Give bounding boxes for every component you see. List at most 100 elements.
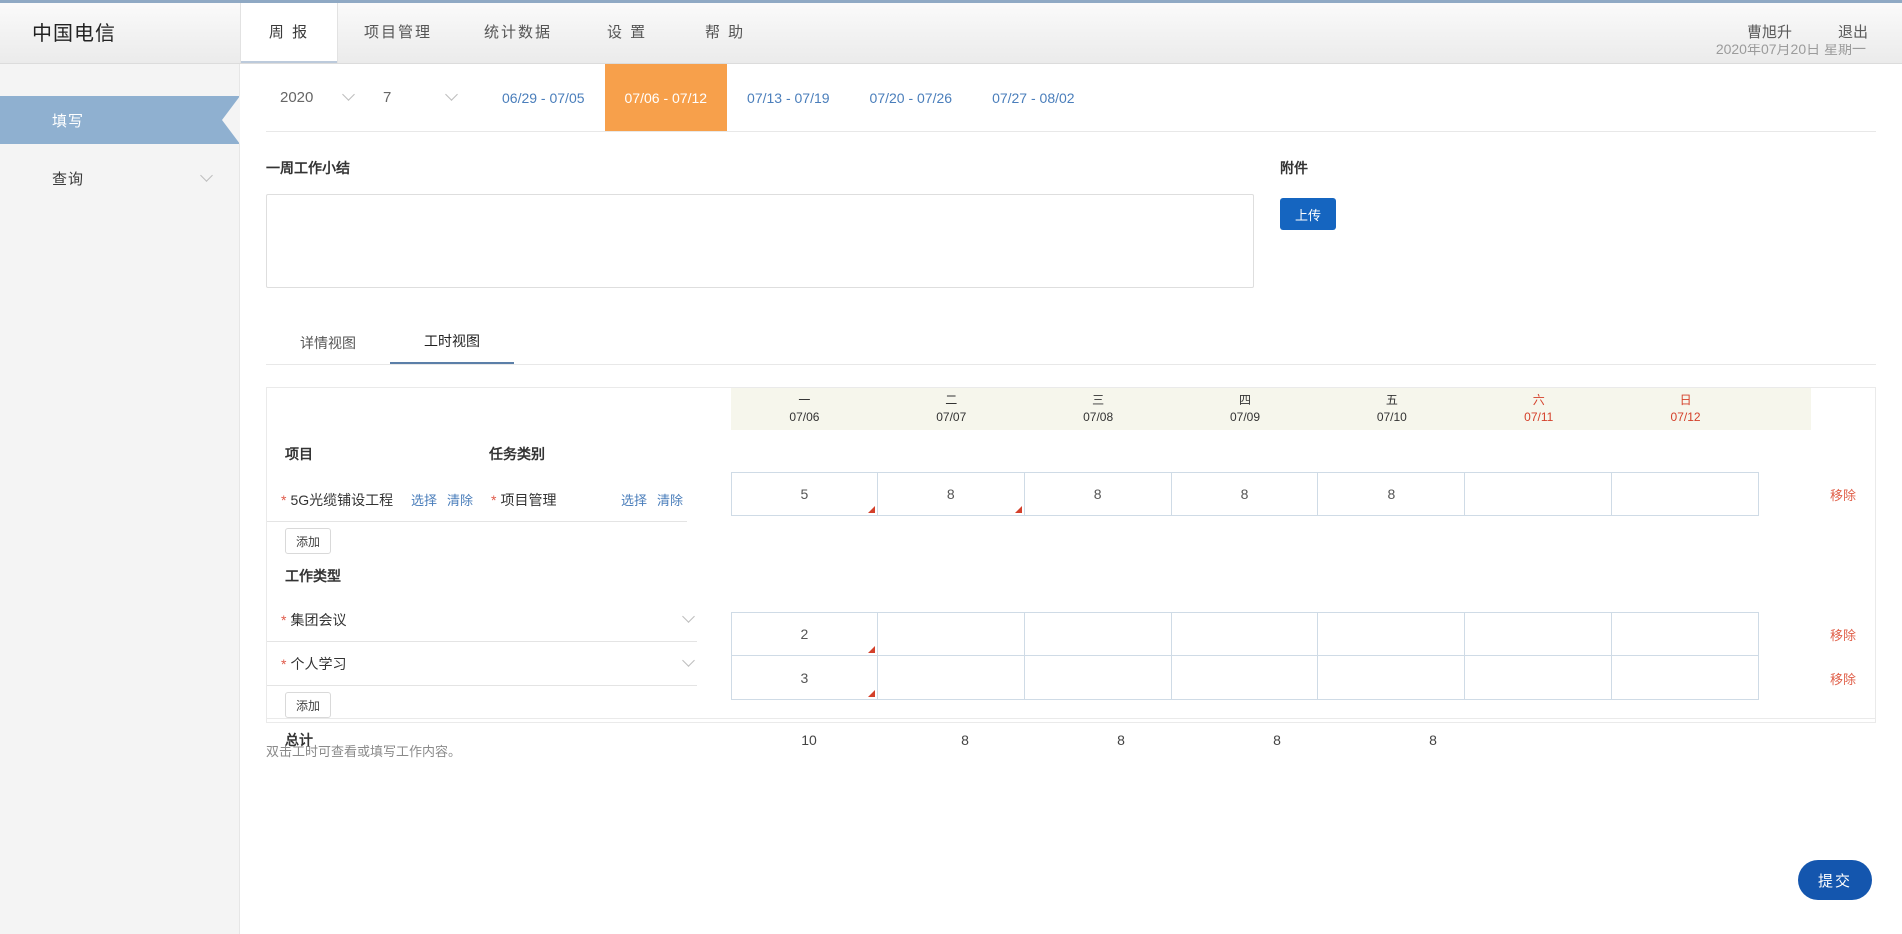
hour-cell[interactable] bbox=[1171, 656, 1319, 700]
total-pad bbox=[1823, 732, 1875, 748]
required-asterisk: * bbox=[281, 611, 287, 628]
main-nav: 周 报 项目管理 统计数据 设 置 帮 助 bbox=[240, 0, 774, 63]
column-header-task: 任务类别 bbox=[489, 446, 545, 462]
add-project-row-button[interactable]: 添加 bbox=[285, 528, 331, 554]
nav-tab-project-management[interactable]: 项目管理 bbox=[338, 0, 458, 63]
total-value: 8 bbox=[1273, 731, 1281, 748]
project-clear-link[interactable]: 清除 bbox=[447, 490, 473, 509]
hour-value: 5 bbox=[800, 486, 809, 502]
week-tab-4[interactable]: 07/20 - 07/26 bbox=[850, 64, 973, 131]
hour-value: 8 bbox=[946, 486, 955, 502]
hour-cell[interactable] bbox=[1318, 656, 1466, 700]
timesheet-remove-column: 移除 移除 移除 bbox=[1811, 388, 1875, 718]
sidebar-item-query[interactable]: 查询 bbox=[0, 154, 239, 202]
day-header-tue-weekday: 二 bbox=[945, 392, 958, 407]
hour-cell[interactable] bbox=[877, 612, 1025, 656]
logout-link[interactable]: 退出 bbox=[1838, 21, 1868, 42]
total-value: 10 bbox=[801, 731, 817, 748]
cell-pad bbox=[1759, 656, 1811, 700]
day-header-mon-date: 07/06 bbox=[789, 410, 820, 424]
remove-link-label: 移除 bbox=[1829, 627, 1856, 643]
hour-cell[interactable]: 8 bbox=[1024, 472, 1172, 516]
project-row-fields: * 5G光缆铺设工程 选择 清除 * 项目管理 选择 清除 bbox=[267, 478, 731, 522]
day-header-mon: 一 07/06 bbox=[731, 388, 878, 430]
nav-tab-settings[interactable]: 设 置 bbox=[578, 0, 676, 63]
timesheet-day-columns: 一 07/06 二 07/07 三 07/08 四 07/09 五 07/10 … bbox=[731, 388, 1811, 718]
hour-cell[interactable]: 8 bbox=[1318, 472, 1466, 516]
hour-cell[interactable] bbox=[1465, 472, 1613, 516]
remove-worktype-row-1[interactable]: 移除 bbox=[1811, 612, 1875, 656]
week-tab-3[interactable]: 07/13 - 07/19 bbox=[727, 64, 850, 131]
worktype-select-1[interactable]: * 集团会议 bbox=[267, 598, 697, 642]
column-header-project: 项目 bbox=[285, 446, 313, 462]
hour-cell[interactable] bbox=[1465, 612, 1613, 656]
worktype-select-2[interactable]: * 个人学习 bbox=[267, 642, 697, 686]
task-clear-link[interactable]: 清除 bbox=[657, 490, 683, 509]
worktype-section-label-row: 工作类型 bbox=[267, 554, 731, 598]
hour-cell[interactable] bbox=[1171, 612, 1319, 656]
year-select[interactable]: 2020 bbox=[280, 88, 355, 106]
hour-cell[interactable]: 3 bbox=[731, 656, 878, 700]
total-row-label: 总计 bbox=[285, 731, 313, 748]
tab-hours-view[interactable]: 工时视图 bbox=[390, 331, 514, 364]
attachment-block: 附件 上传 bbox=[1280, 158, 1336, 293]
summary-attachment-row: 一周工作小结 附件 上传 bbox=[240, 132, 1902, 293]
hour-cell[interactable] bbox=[1612, 612, 1759, 656]
hour-cell[interactable]: 2 bbox=[731, 612, 878, 656]
hour-cell[interactable]: 8 bbox=[1171, 472, 1319, 516]
hour-cell[interactable] bbox=[1024, 656, 1172, 700]
week-tabs: 06/29 - 07/05 07/06 - 07/12 07/13 - 07/1… bbox=[482, 64, 1095, 131]
nav-tab-help[interactable]: 帮 助 bbox=[676, 0, 774, 63]
week-tab-1[interactable]: 06/29 - 07/05 bbox=[482, 64, 605, 131]
current-user-name[interactable]: 曹旭升 bbox=[1747, 21, 1792, 42]
nav-tab-statistics[interactable]: 统计数据 bbox=[458, 0, 578, 63]
month-select[interactable]: 7 bbox=[383, 88, 458, 106]
week-tab-5[interactable]: 07/27 - 08/02 bbox=[972, 64, 1095, 131]
weekly-summary-input[interactable] bbox=[266, 194, 1254, 288]
chevron-down-icon bbox=[682, 610, 695, 623]
add-worktype-row-button[interactable]: 添加 bbox=[285, 692, 331, 718]
project-field[interactable]: * 5G光缆铺设工程 选择 清除 bbox=[267, 478, 477, 522]
upload-button[interactable]: 上传 bbox=[1280, 198, 1336, 230]
brand-logo: 中国电信 bbox=[32, 23, 116, 45]
day-header-tue-date: 07/07 bbox=[936, 410, 967, 424]
day-header-fri-weekday: 五 bbox=[1385, 392, 1398, 407]
remove-project-row[interactable]: 移除 bbox=[1811, 472, 1875, 516]
day-header-wed-date: 07/08 bbox=[1083, 410, 1114, 424]
chevron-down-icon bbox=[682, 654, 695, 667]
hour-cell[interactable] bbox=[1612, 656, 1759, 700]
remove-link-label: 移除 bbox=[1829, 671, 1856, 687]
day-header-wed-weekday: 三 bbox=[1092, 392, 1105, 407]
task-field[interactable]: * 项目管理 选择 清除 bbox=[477, 478, 687, 522]
total-row-cells: 10 8 8 8 8 bbox=[731, 732, 1875, 748]
day-header-fri-date: 07/10 bbox=[1376, 410, 1407, 424]
required-asterisk: * bbox=[281, 491, 287, 508]
required-asterisk: * bbox=[491, 491, 497, 508]
month-select-value: 7 bbox=[383, 89, 392, 106]
day-header-sun-date: 07/12 bbox=[1670, 410, 1701, 424]
nav-tab-weekly-report[interactable]: 周 报 bbox=[240, 0, 338, 63]
tab-detail-view[interactable]: 详情视图 bbox=[266, 333, 390, 364]
hour-value: 2 bbox=[800, 626, 809, 642]
project-select-link[interactable]: 选择 bbox=[411, 490, 437, 509]
remove-column-header-spacer bbox=[1811, 388, 1875, 430]
sidebar-item-fill[interactable]: 填写 bbox=[0, 96, 240, 144]
hour-cell[interactable] bbox=[1318, 612, 1466, 656]
hour-cell[interactable] bbox=[1612, 472, 1759, 516]
week-tab-2[interactable]: 07/06 - 07/12 bbox=[604, 64, 728, 131]
submit-button[interactable]: 提交 bbox=[1798, 860, 1872, 900]
hour-cell[interactable] bbox=[1465, 656, 1613, 700]
day-header-tue: 二 07/07 bbox=[878, 388, 1025, 430]
remove-worktype-row-2[interactable]: 移除 bbox=[1811, 656, 1875, 700]
chevron-down-icon bbox=[200, 168, 213, 182]
hour-cell[interactable]: 8 bbox=[877, 472, 1025, 516]
hour-cell[interactable] bbox=[877, 656, 1025, 700]
task-select-link[interactable]: 选择 bbox=[621, 490, 647, 509]
hour-cell[interactable]: 5 bbox=[731, 472, 878, 516]
chevron-down-icon bbox=[445, 88, 458, 101]
hour-cell[interactable] bbox=[1024, 612, 1172, 656]
